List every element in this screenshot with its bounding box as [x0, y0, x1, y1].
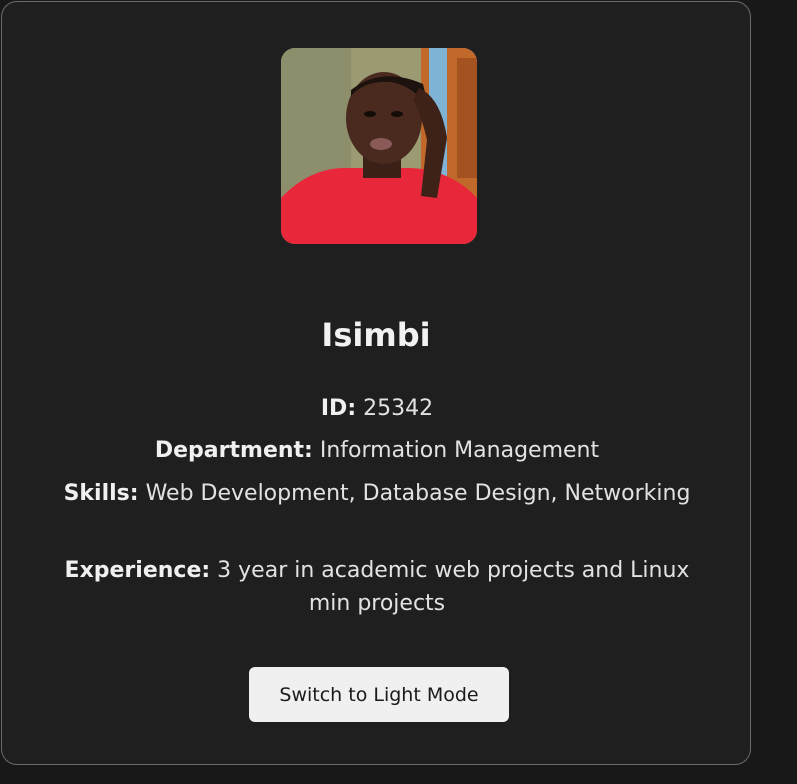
experience-value: 3 year in academic web projects and Linu…: [217, 558, 690, 616]
profile-experience: Experience: 3 year in academic web proje…: [62, 554, 692, 620]
department-value: Information Management: [319, 438, 600, 463]
profile-department: Department: Information Management: [62, 434, 692, 467]
department-label: Department:: [154, 438, 313, 463]
profile-card: Isimbi ID: 25342 Department: Information…: [1, 1, 751, 765]
profile-name: Isimbi: [321, 316, 431, 354]
skills-label: Skills:: [63, 481, 139, 506]
id-label: ID:: [320, 396, 357, 421]
profile-id: ID: 25342: [62, 392, 692, 425]
experience-label: Experience:: [64, 558, 211, 583]
id-value: 25342: [363, 396, 434, 421]
theme-toggle-button[interactable]: Switch to Light Mode: [249, 667, 509, 722]
profile-photo: [281, 48, 477, 244]
skills-value: Web Development, Database Design, Networ…: [145, 481, 691, 506]
profile-skills: Skills: Web Development, Database Design…: [62, 477, 692, 510]
